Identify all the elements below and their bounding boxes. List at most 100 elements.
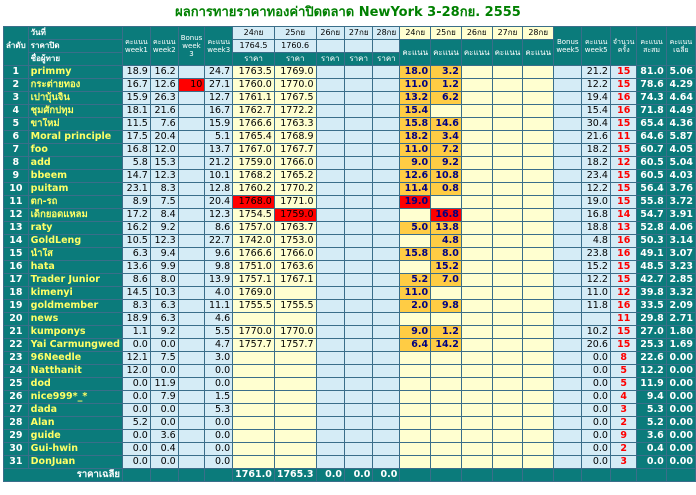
player-name: nice999*_* bbox=[27, 390, 123, 404]
avg-score: 2.09 bbox=[665, 299, 696, 313]
bonus3-score bbox=[177, 299, 206, 313]
bonus3-score bbox=[177, 377, 206, 391]
avg-score: 4.36 bbox=[665, 117, 696, 131]
price-25: 1763.7 bbox=[273, 221, 317, 235]
total-score: 60.7 bbox=[636, 143, 667, 157]
week3-score: 5.5 bbox=[204, 325, 234, 339]
price-26 bbox=[315, 442, 345, 456]
price-28 bbox=[372, 78, 401, 92]
player-name: ชุมศักปทุม bbox=[27, 104, 123, 118]
score-28 bbox=[522, 299, 555, 313]
total-score: 56.4 bbox=[636, 182, 667, 196]
score-date-header: 26กย bbox=[460, 26, 493, 40]
price-24: 1763.5 bbox=[232, 65, 275, 79]
week3-score: 27.1 bbox=[204, 78, 234, 92]
price-date-header: 24กย bbox=[232, 26, 275, 40]
price-25: 1765.2 bbox=[273, 169, 317, 183]
bonus3-score bbox=[177, 312, 206, 326]
score-24: 12.6 bbox=[399, 169, 432, 183]
score-26 bbox=[460, 325, 493, 339]
score-28 bbox=[522, 65, 555, 79]
week3-score: 0.0 bbox=[204, 442, 234, 456]
avg-score: 4.05 bbox=[665, 143, 696, 157]
week3-score: 0.0 bbox=[204, 416, 234, 430]
score-28 bbox=[522, 273, 555, 287]
price-24 bbox=[232, 351, 275, 365]
page-title: ผลการทายราคาทองค่าปิดตลาด NewYork 3-28กย… bbox=[175, 5, 521, 20]
week2-score: 21.6 bbox=[149, 104, 179, 118]
score-26 bbox=[460, 143, 493, 157]
score-28 bbox=[522, 416, 555, 430]
price-28 bbox=[372, 416, 401, 430]
week1-score: 14.7 bbox=[121, 169, 151, 183]
week1-score: 8.3 bbox=[121, 299, 151, 313]
total-score: 71.8 bbox=[636, 104, 667, 118]
score-header: คะแนน bbox=[491, 39, 524, 66]
week2-score: 26.3 bbox=[149, 91, 179, 105]
week2-score: 9.2 bbox=[149, 221, 179, 235]
week2-score: 3.6 bbox=[149, 429, 179, 443]
score-25 bbox=[430, 286, 462, 300]
day-label: วันที่ bbox=[27, 26, 123, 40]
avg-price: 0.0 bbox=[343, 468, 374, 482]
week5-score: 21.2 bbox=[581, 65, 611, 79]
count-cell: 15 bbox=[609, 260, 638, 274]
week2-score: 12.6 bbox=[149, 78, 179, 92]
week5-score: 4.8 bbox=[581, 234, 611, 248]
price-26 bbox=[315, 351, 345, 365]
bonus3-score: 10 bbox=[177, 78, 206, 92]
price-28 bbox=[372, 286, 401, 300]
price-27 bbox=[343, 65, 374, 79]
count-cell: 16 bbox=[609, 247, 638, 261]
bonus5-score bbox=[553, 312, 583, 326]
score-27 bbox=[491, 364, 524, 378]
rank-cell: 8 bbox=[3, 156, 29, 170]
week1-score: 17.5 bbox=[121, 130, 151, 144]
rank-cell: 13 bbox=[3, 221, 29, 235]
price-26 bbox=[315, 65, 345, 79]
total-score: 60.5 bbox=[636, 169, 667, 183]
score-26 bbox=[460, 195, 493, 209]
price-26 bbox=[315, 390, 345, 404]
bonus3-score bbox=[177, 338, 206, 352]
week5-score: 19.4 bbox=[581, 91, 611, 105]
score-24: 2.0 bbox=[399, 299, 432, 313]
price-24 bbox=[232, 416, 275, 430]
rank-cell: 1 bbox=[3, 65, 29, 79]
footer-empty bbox=[491, 468, 524, 482]
score-25: 10.8 bbox=[430, 169, 462, 183]
score-26 bbox=[460, 91, 493, 105]
score-26 bbox=[460, 78, 493, 92]
player-name: primmy bbox=[27, 65, 123, 79]
week1-score: 18.1 bbox=[121, 104, 151, 118]
week5-score: 18.2 bbox=[581, 156, 611, 170]
close-price bbox=[315, 39, 345, 53]
price-28 bbox=[372, 351, 401, 365]
avg-score: 1.69 bbox=[665, 338, 696, 352]
rank-cell: 31 bbox=[3, 455, 29, 469]
price-28 bbox=[372, 143, 401, 157]
player-name: kumponys bbox=[27, 325, 123, 339]
score-26 bbox=[460, 455, 493, 469]
price-header: ราคา bbox=[273, 52, 317, 66]
price-28 bbox=[372, 377, 401, 391]
score-24 bbox=[399, 429, 432, 443]
price-26 bbox=[315, 104, 345, 118]
score-28 bbox=[522, 234, 555, 248]
player-name: goldmember bbox=[27, 299, 123, 313]
week5-score bbox=[581, 312, 611, 326]
score-26 bbox=[460, 273, 493, 287]
price-24: 1760.2 bbox=[232, 182, 275, 196]
week1-score: 10.5 bbox=[121, 234, 151, 248]
score-28 bbox=[522, 169, 555, 183]
score-28 bbox=[522, 182, 555, 196]
price-24: 1755.5 bbox=[232, 299, 275, 313]
total-score: 50.3 bbox=[636, 234, 667, 248]
bonus5-score bbox=[553, 403, 583, 417]
week5-score: 19.0 bbox=[581, 195, 611, 209]
footer-empty bbox=[636, 468, 667, 482]
score-28 bbox=[522, 156, 555, 170]
week5-score: 18.2 bbox=[581, 143, 611, 157]
close-price bbox=[372, 39, 401, 53]
footer-empty bbox=[553, 468, 583, 482]
